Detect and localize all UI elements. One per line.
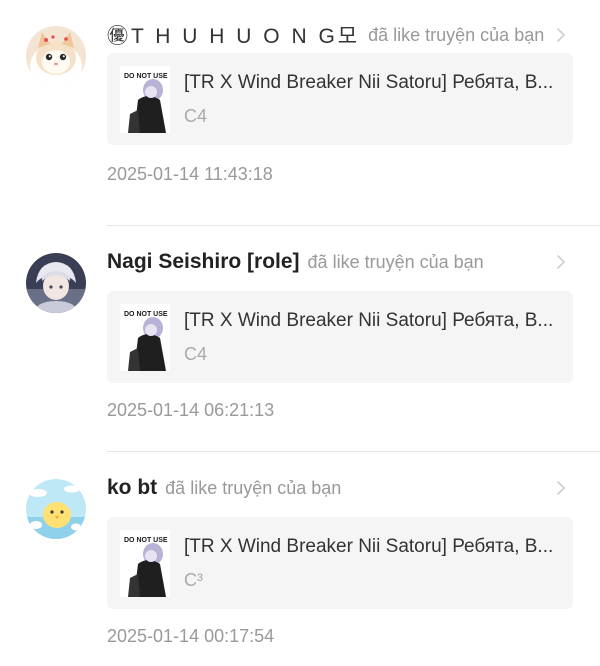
cover-text: DO NOT USE bbox=[124, 73, 168, 80]
action-text: đã like truyện của bạn bbox=[165, 477, 342, 498]
notification-headline: ko bt đã like truyện của bạn bbox=[107, 473, 341, 503]
story-title: [TR X Wind Breaker Nii Satoru] Ребята, В… bbox=[184, 310, 554, 331]
chevron-right-icon[interactable] bbox=[552, 26, 570, 44]
chapter-label: C4 bbox=[184, 344, 208, 364]
divider bbox=[107, 225, 600, 226]
chapter-label: C4 bbox=[184, 106, 208, 126]
story-title: [TR X Wind Breaker Nii Satoru] Ребята, В… bbox=[184, 536, 554, 557]
cat-avatar-icon[interactable] bbox=[26, 26, 86, 86]
chevron-right-icon[interactable] bbox=[552, 479, 570, 497]
cover-text: DO NOT USE bbox=[124, 311, 168, 318]
username[interactable]: Nagi Seishiro [role] bbox=[107, 250, 300, 274]
timestamp: 2025-01-14 06:21:13 bbox=[107, 400, 275, 420]
story-card[interactable]: DO NOT USE [TR X Wind Breaker Nii Satoru… bbox=[107, 53, 573, 145]
cover-text: DO NOT USE bbox=[124, 537, 168, 544]
action-text: đã like truyện của bạn bbox=[307, 251, 484, 272]
story-cover-image: DO NOT USE bbox=[120, 66, 170, 133]
chapter-label: C³ bbox=[184, 570, 203, 590]
timestamp: 2025-01-14 11:43:18 bbox=[107, 164, 273, 184]
chevron-right-icon[interactable] bbox=[552, 253, 570, 271]
username[interactable]: ko bt bbox=[107, 476, 157, 500]
divider bbox=[107, 451, 600, 452]
timestamp: 2025-01-14 00:17:54 bbox=[107, 626, 275, 646]
username[interactable]: ㊝T H U H U O N G모 bbox=[107, 20, 360, 50]
notification-headline: Nagi Seishiro [role] đã like truyện của … bbox=[107, 247, 484, 277]
notification-headline: ㊝T H U H U O N G모 đã like truyện của bạn bbox=[107, 20, 544, 50]
story-title: [TR X Wind Breaker Nii Satoru] Ребята, В… bbox=[184, 72, 554, 93]
action-text: đã like truyện của bạn bbox=[368, 24, 545, 45]
story-card[interactable]: DO NOT USE [TR X Wind Breaker Nii Satoru… bbox=[107, 291, 573, 383]
chick-avatar-icon[interactable] bbox=[26, 479, 86, 539]
anime-character-avatar-icon[interactable] bbox=[26, 253, 86, 313]
story-cover-image: DO NOT USE bbox=[120, 530, 170, 597]
story-cover-image: DO NOT USE bbox=[120, 304, 170, 371]
story-card[interactable]: DO NOT USE [TR X Wind Breaker Nii Satoru… bbox=[107, 517, 573, 609]
